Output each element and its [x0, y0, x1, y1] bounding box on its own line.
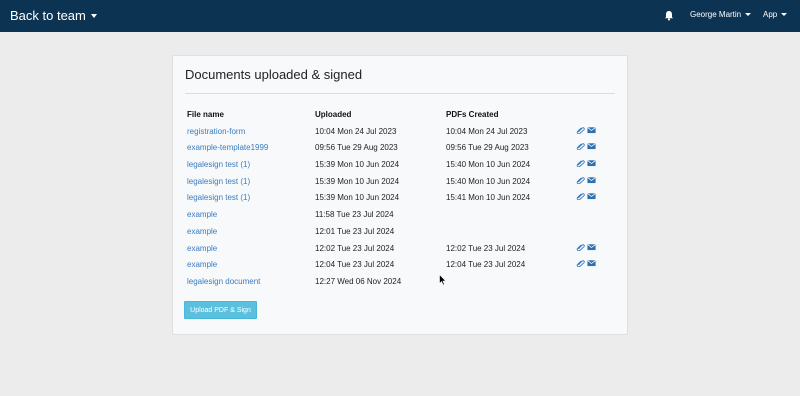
paperclip-icon[interactable]: [576, 142, 585, 151]
file-name-link[interactable]: legalesign test (1): [187, 193, 250, 202]
uploaded-date: 10:04 Mon 24 Jul 2023: [315, 126, 397, 136]
table-row: legalesign test (1) 15:39 Mon 10 Jun 2024…: [187, 174, 615, 191]
row-actions: [576, 176, 596, 184]
table-row: legalesign test (1) 15:39 Mon 10 Jun 2024…: [187, 157, 615, 174]
uploaded-date: 12:27 Wed 06 Nov 2024: [315, 276, 402, 286]
uploaded-date: 12:04 Tue 23 Jul 2024: [315, 260, 395, 270]
user-name: George Martin: [690, 10, 742, 19]
divider: [185, 93, 615, 94]
row-actions: [576, 192, 596, 201]
paperclip-icon[interactable]: [576, 176, 585, 184]
file-name-link[interactable]: example: [187, 244, 217, 253]
pdf-created-date: 09:56 Tue 29 Aug 2023: [446, 143, 529, 153]
column-header-pdfs-created: PDFs Created: [446, 110, 499, 119]
file-name-link[interactable]: legalesign test (1): [187, 177, 250, 186]
uploaded-date: 11:58 Tue 23 Jul 2024: [315, 210, 394, 220]
pdf-created-date: 12:04 Tue 23 Jul 2024: [446, 260, 526, 270]
envelope-icon[interactable]: [587, 243, 596, 251]
pdf-created-date: 10:04 Mon 24 Jul 2023: [446, 126, 528, 136]
envelope-icon[interactable]: [587, 176, 596, 184]
pdf-created-date: 12:02 Tue 23 Jul 2024: [446, 243, 526, 253]
paperclip-icon[interactable]: [576, 243, 585, 251]
documents-table: File name Uploaded PDFs Created registra…: [187, 107, 615, 291]
envelope-icon[interactable]: [587, 126, 596, 134]
row-actions: [576, 159, 596, 168]
uploaded-date: 15:39 Mon 10 Jun 2024: [315, 193, 400, 203]
uploaded-date: 12:02 Tue 23 Jul 2024: [315, 243, 395, 253]
uploaded-date: 09:56 Tue 29 Aug 2023: [315, 143, 398, 153]
uploaded-date: 15:39 Mon 10 Jun 2024: [315, 176, 400, 186]
column-header-uploaded: Uploaded: [315, 110, 352, 119]
file-name-link[interactable]: example: [187, 260, 217, 269]
pdf-created-date: 15:41 Mon 10 Jun 2024: [446, 193, 531, 203]
table-row: registration-form 10:04 Mon 24 Jul 2023 10…: [187, 124, 615, 141]
file-name-link[interactable]: example: [187, 210, 217, 219]
paperclip-icon[interactable]: [576, 126, 585, 134]
file-name-link[interactable]: legalesign document: [187, 277, 260, 286]
app-label: App: [763, 10, 778, 19]
file-name-link[interactable]: registration-form: [187, 127, 245, 136]
table-header: File name Uploaded PDFs Created: [187, 107, 615, 124]
caret-down-icon: [90, 13, 97, 18]
caret-down-icon: [745, 13, 752, 16]
table-row: example 12:02 Tue 23 Jul 2024 12:02 Tue 23…: [187, 241, 615, 258]
table-row: example 12:04 Tue 23 Jul 2024 12:04 Tue 23…: [187, 257, 615, 274]
table-row: example-template1999 09:56 Tue 29 Aug 202…: [187, 140, 615, 157]
envelope-icon[interactable]: [587, 159, 596, 167]
upload-pdf-sign-button[interactable]: Upload PDF & Sign: [184, 301, 257, 319]
file-name-link[interactable]: example: [187, 227, 217, 236]
mouse-pointer-icon: [439, 274, 447, 286]
top-navbar: Back to team George Martin App: [0, 0, 800, 32]
documents-card: Documents uploaded & signed File name Up…: [172, 55, 628, 335]
caret-down-icon: [781, 13, 788, 16]
table-row: legalesign test (1) 15:39 Mon 10 Jun 2024…: [187, 190, 615, 207]
app-menu[interactable]: App: [763, 10, 788, 19]
pdf-created-date: 15:40 Mon 10 Jun 2024: [446, 176, 531, 186]
pdf-created-date: 15:40 Mon 10 Jun 2024: [446, 160, 531, 170]
column-header-file-name: File name: [187, 110, 224, 119]
row-actions: [576, 126, 596, 134]
table-row: example 11:58 Tue 23 Jul 2024: [187, 207, 615, 224]
page-title: Documents uploaded & signed: [185, 67, 363, 82]
row-actions: [576, 243, 596, 251]
uploaded-date: 12:01 Tue 23 Jul 2024: [315, 226, 395, 236]
table-row: legalesign document 12:27 Wed 06 Nov 2024: [187, 274, 615, 291]
envelope-icon[interactable]: [587, 142, 596, 150]
paperclip-icon[interactable]: [576, 259, 585, 268]
file-name-link[interactable]: legalesign test (1): [187, 160, 250, 169]
row-actions: [576, 142, 596, 151]
paperclip-icon[interactable]: [576, 159, 585, 168]
table-row: example 12:01 Tue 23 Jul 2024: [187, 224, 615, 241]
envelope-icon[interactable]: [587, 259, 596, 267]
row-actions: [576, 259, 596, 268]
back-to-team-menu[interactable]: Back to team: [10, 8, 97, 23]
file-name-link[interactable]: example-template1999: [187, 143, 268, 152]
bell-icon[interactable]: [664, 10, 674, 21]
back-to-team-label: Back to team: [10, 8, 86, 23]
paperclip-icon[interactable]: [576, 192, 585, 201]
envelope-icon[interactable]: [587, 192, 596, 200]
uploaded-date: 15:39 Mon 10 Jun 2024: [315, 160, 400, 170]
user-menu[interactable]: George Martin: [690, 10, 752, 19]
